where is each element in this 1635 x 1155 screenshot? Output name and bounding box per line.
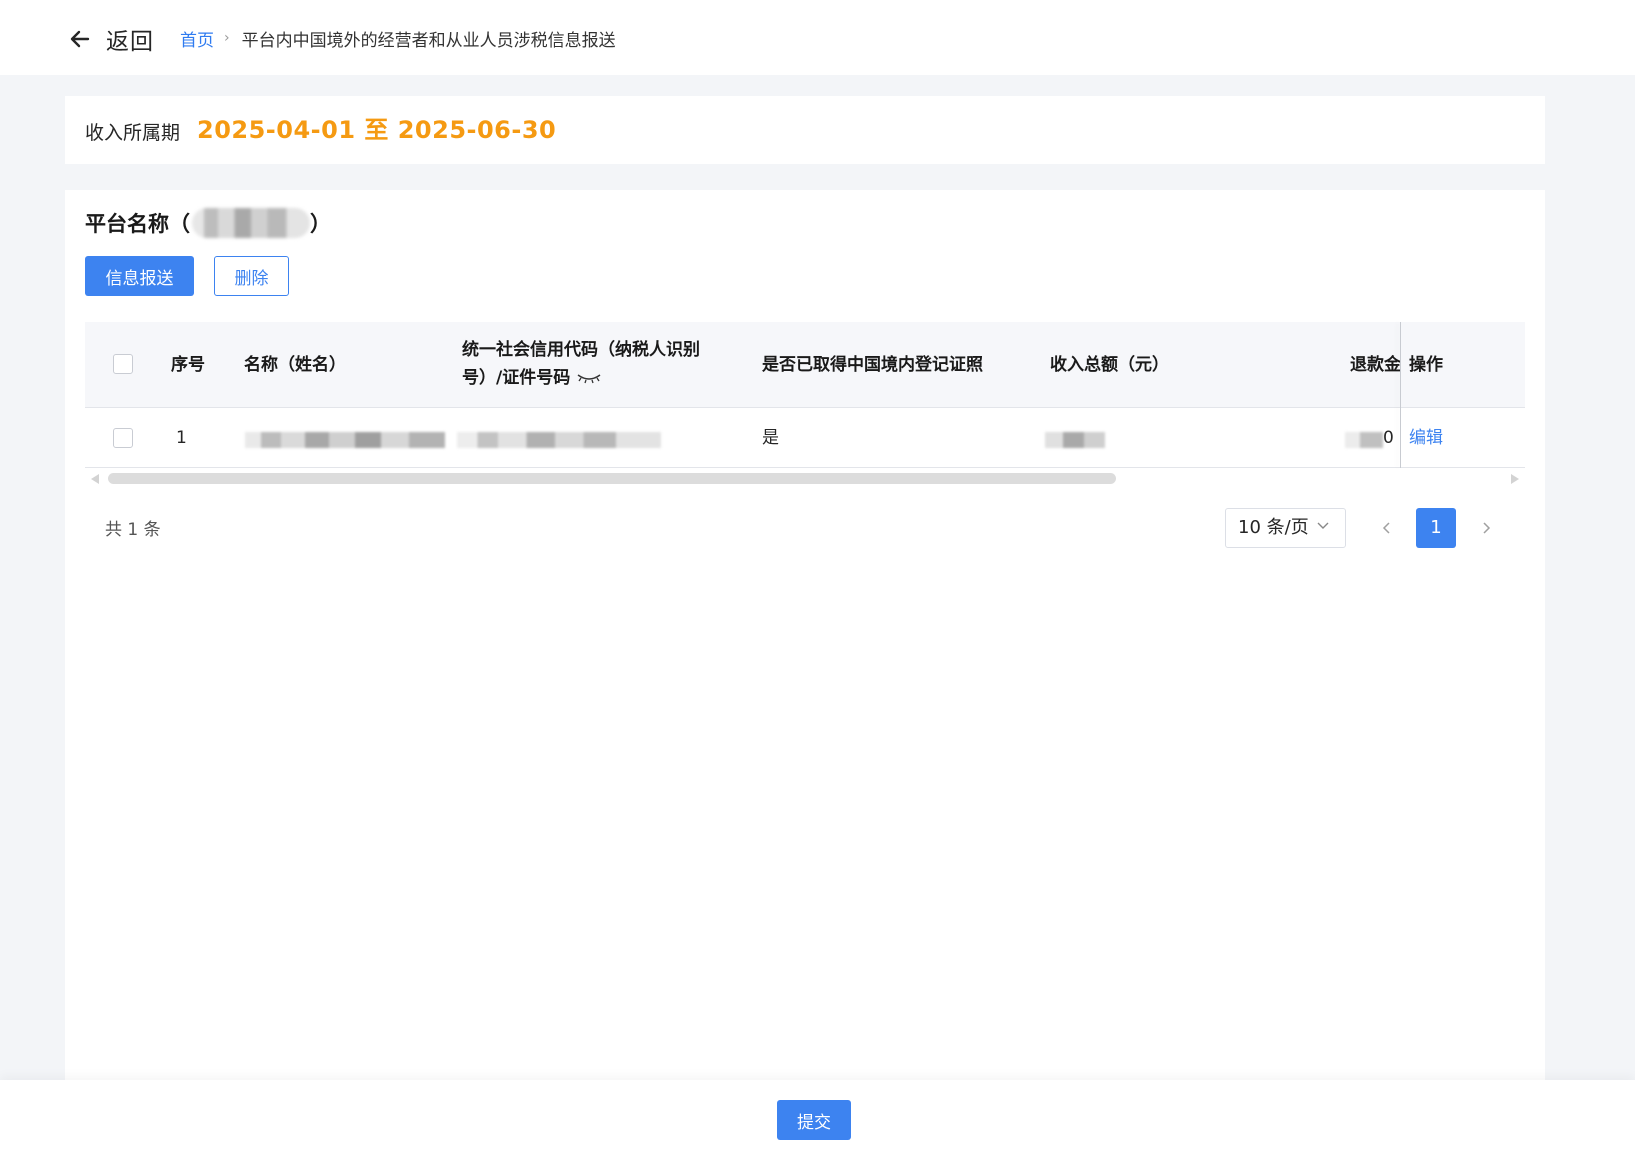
scrollbar-thumb[interactable] [108, 473, 1116, 484]
breadcrumb-separator: › [224, 30, 230, 46]
footer-bar: 提交 [0, 1080, 1635, 1155]
page-size-value: 10 条/页 [1238, 517, 1309, 538]
row-refund-redacted [1345, 432, 1383, 448]
col-operation: 操作 [1409, 355, 1443, 375]
platform-title-suffix: ） [310, 212, 331, 236]
horizontal-scrollbar[interactable] [85, 470, 1525, 488]
breadcrumb: 首页 › 平台内中国境外的经营者和从业人员涉税信息报送 [180, 26, 616, 51]
arrow-left-icon [70, 30, 90, 48]
row-income-total-redacted [1045, 432, 1105, 448]
prev-page-icon[interactable] [1377, 518, 1397, 538]
chevron-down-icon [1317, 522, 1329, 529]
breadcrumb-current: 平台内中国境外的经营者和从业人员涉税信息报送 [241, 30, 616, 51]
row-index: 1 [176, 428, 187, 448]
page-size-select[interactable]: 10 条/页 [1225, 508, 1346, 548]
scroll-right-icon[interactable] [1511, 474, 1519, 484]
row-credit-code-redacted [457, 432, 661, 448]
back-label: 返回 [106, 29, 154, 55]
table-header: 序号 名称（姓名） 统一社会信用代码（纳税人识别 号）/证件号码 是否已取得中国… [85, 322, 1525, 408]
row-checkbox[interactable] [113, 428, 133, 448]
col-credit-code: 统一社会信用代码（纳税人识别 号）/证件号码 [462, 336, 700, 392]
current-page-button[interactable]: 1 [1416, 508, 1456, 548]
col-refund: 退款金 [1350, 355, 1400, 375]
col-index: 序号 [171, 355, 205, 375]
fixed-column-divider [1400, 322, 1401, 468]
top-bar: 返回 首页 › 平台内中国境外的经营者和从业人员涉税信息报送 [0, 0, 1635, 75]
col-has-license: 是否已取得中国境内登记证照 [762, 355, 983, 375]
platform-title: 平台名称（ ） [85, 208, 331, 238]
select-all-checkbox[interactable] [113, 354, 133, 374]
scroll-left-icon[interactable] [91, 474, 99, 484]
col-credit-code-line1: 统一社会信用代码（纳税人识别 [462, 340, 700, 360]
submit-info-button[interactable]: 信息报送 [85, 256, 194, 296]
income-period-range: 2025-04-01 至 2025-06-30 [197, 116, 557, 144]
row-refund-tail: 0 [1383, 428, 1394, 448]
back-button[interactable]: 返回 [68, 22, 154, 56]
income-period-label: 收入所属期 [85, 122, 181, 144]
info-table: 序号 名称（姓名） 统一社会信用代码（纳税人识别 号）/证件号码 是否已取得中国… [85, 322, 1525, 468]
table-row: 1 是 0 编辑 [85, 408, 1525, 468]
col-income-total: 收入总额（元） [1050, 355, 1169, 375]
submit-button[interactable]: 提交 [777, 1100, 851, 1140]
income-period-panel: 收入所属期 2025-04-01 至 2025-06-30 [65, 96, 1545, 164]
row-name-redacted [245, 432, 445, 448]
row-has-license: 是 [762, 428, 779, 448]
breadcrumb-home[interactable]: 首页 [180, 26, 214, 51]
delete-button[interactable]: 删除 [214, 256, 289, 296]
total-count: 共 1 条 [105, 520, 161, 540]
platform-title-prefix: 平台名称（ [85, 212, 190, 236]
platform-name-redacted [192, 208, 310, 238]
platform-panel: 平台名称（ ） 信息报送 删除 序号 名称（姓名） 统一社会信用代码（纳税人识别… [65, 190, 1545, 1090]
next-page-icon[interactable] [1476, 518, 1496, 538]
col-credit-code-line2: 号）/证件号码 [462, 368, 571, 388]
eye-closed-icon[interactable] [576, 371, 602, 385]
col-name: 名称（姓名） [244, 355, 346, 375]
edit-link[interactable]: 编辑 [1409, 424, 1443, 452]
